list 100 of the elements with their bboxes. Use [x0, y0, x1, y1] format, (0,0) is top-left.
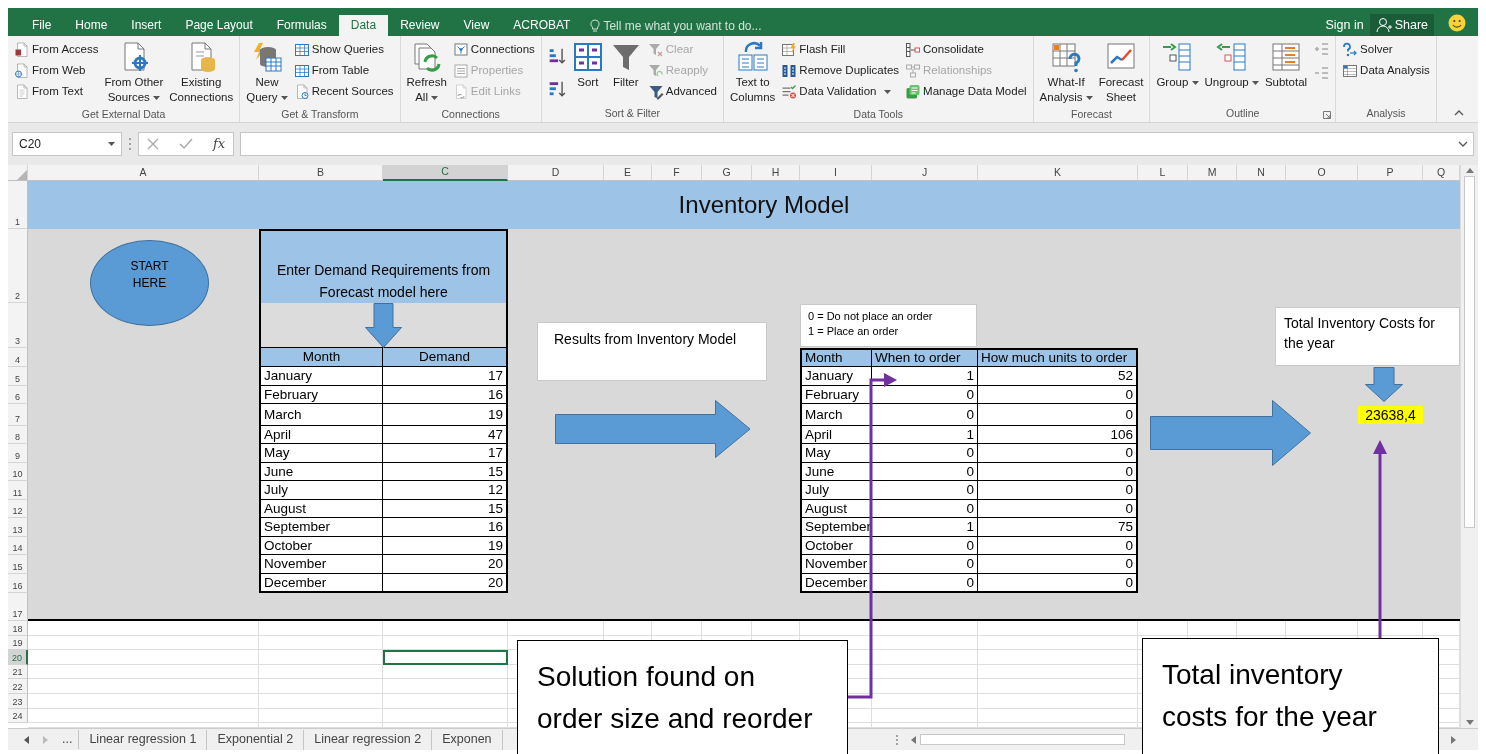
previous-sheet-icon[interactable] [24, 735, 29, 744]
row-header[interactable]: 24 [8, 709, 28, 723]
vertical-scrollbar[interactable] [1460, 165, 1478, 728]
cancel-icon[interactable] [147, 138, 159, 150]
ribbon-button[interactable]: Consolidate [903, 39, 1029, 60]
sheet-tab[interactable]: Linear regression 1 [79, 729, 208, 750]
ribbon-button[interactable]: Data Analysis [1340, 60, 1432, 81]
column-header[interactable]: N [1237, 165, 1286, 181]
ribbon-button[interactable]: Group [1154, 39, 1201, 107]
ribbon-tab[interactable]: Formulas [264, 15, 339, 36]
row-header[interactable]: 1 [8, 181, 28, 229]
sheet-tab[interactable]: Linear regression 2 [304, 729, 433, 750]
row-header[interactable]: 3 [8, 303, 28, 348]
ribbon-tab[interactable]: Home [63, 15, 120, 36]
collapse-ribbon-icon[interactable] [1454, 110, 1464, 116]
column-header[interactable]: I [800, 165, 872, 181]
more-sheets-button[interactable]: ... [56, 730, 80, 749]
insert-function-button[interactable]: fx [213, 134, 226, 154]
ribbon-button[interactable]: Data Validation [779, 81, 902, 102]
ribbon-tab[interactable]: Review [388, 15, 452, 36]
column-header[interactable]: M [1188, 165, 1237, 181]
ribbon-button[interactable]: Ungroup [1202, 39, 1261, 107]
row-header[interactable]: 23 [8, 694, 28, 709]
check-icon[interactable] [179, 138, 193, 150]
smiley-icon[interactable] [1448, 14, 1466, 32]
row-header[interactable]: 6 [8, 386, 28, 404]
row-header[interactable]: 20 [8, 650, 28, 665]
ribbon-button[interactable]: From Web [12, 60, 101, 81]
tell-me-field[interactable]: Tell me what you want to do... [590, 15, 794, 36]
ribbon-button[interactable]: Show Queries [291, 39, 396, 60]
column-header[interactable]: C [383, 165, 508, 181]
ribbon-button[interactable]: Subtotal [1262, 39, 1310, 107]
name-box[interactable]: C20 [12, 132, 122, 156]
row-header[interactable]: 4 [8, 348, 28, 367]
active-cell[interactable] [383, 650, 508, 665]
column-header[interactable]: H [752, 165, 800, 181]
ribbon-button[interactable]: Remove Duplicates [779, 60, 902, 81]
ribbon-button[interactable]: From Other Sources [102, 39, 166, 107]
share-button[interactable]: Share [1369, 14, 1434, 36]
ribbon-tab[interactable]: ACROBAT [501, 15, 583, 36]
row-header[interactable]: 7 [8, 404, 28, 426]
row-header[interactable]: 18 [8, 621, 28, 636]
ribbon-button[interactable]: Flash Fill [779, 39, 902, 60]
ribbon-button[interactable]: From Access [12, 39, 101, 60]
column-header[interactable]: P [1358, 165, 1423, 181]
scroll-up-icon[interactable] [1465, 168, 1474, 173]
row-header[interactable]: 13 [8, 518, 28, 537]
row-header[interactable]: 22 [8, 679, 28, 694]
column-header[interactable]: L [1138, 165, 1188, 181]
ribbon-tab[interactable]: Page Layout [173, 15, 265, 36]
ribbon-button[interactable]: Sort [569, 39, 606, 107]
column-header[interactable]: K [978, 165, 1138, 181]
row-header[interactable]: 21 [8, 665, 28, 679]
ribbon-button[interactable]: Forecast Sheet [1096, 39, 1146, 107]
row-header[interactable]: 12 [8, 500, 28, 518]
ribbon-button[interactable]: Filter [607, 39, 644, 107]
ribbon-button[interactable]: What-If Analysis [1037, 39, 1095, 107]
ribbon-button[interactable]: Advanced [645, 81, 719, 102]
row-header[interactable]: 2 [8, 229, 28, 303]
ribbon-button[interactable]: New Query [244, 39, 290, 107]
ribbon-tab[interactable]: File [20, 15, 64, 36]
row-header[interactable]: 15 [8, 555, 28, 574]
ribbon-button[interactable]: Existing Connections [167, 39, 236, 107]
ribbon-button[interactable]: Solver [1340, 39, 1432, 60]
row-header[interactable]: 9 [8, 444, 28, 463]
sign-in-link[interactable]: Sign in [1319, 15, 1370, 36]
row-header[interactable]: 14 [8, 537, 28, 555]
column-header[interactable]: J [872, 165, 978, 181]
row-header[interactable]: 11 [8, 481, 28, 500]
column-header[interactable]: E [604, 165, 652, 181]
ribbon-button[interactable]: Text to Columns [727, 39, 778, 107]
scroll-right-icon[interactable] [1451, 735, 1456, 744]
ribbon-button[interactable]: From Table [291, 60, 396, 81]
column-header[interactable]: F [652, 165, 702, 181]
ribbon-tab[interactable]: Data [338, 15, 389, 36]
ribbon-button[interactable]: Refresh All [404, 39, 449, 107]
ribbon-tab[interactable]: Insert [119, 15, 174, 36]
row-header[interactable]: 17 [8, 593, 28, 621]
column-header[interactable]: D [508, 165, 604, 181]
row-header[interactable]: 19 [8, 636, 28, 650]
scrollbar-thumb[interactable] [1464, 176, 1475, 528]
row-header[interactable]: 8 [8, 426, 28, 444]
ribbon-button[interactable]: Recent Sources [291, 81, 396, 102]
column-header[interactable]: O [1286, 165, 1358, 181]
dialog-launcher-icon[interactable] [1323, 111, 1332, 119]
scrollbar-thumb[interactable] [920, 734, 1125, 745]
ribbon-button[interactable]: From Text [12, 81, 101, 102]
column-header[interactable]: A [28, 165, 259, 181]
scroll-down-icon[interactable] [1465, 720, 1474, 725]
column-header[interactable]: B [259, 165, 383, 181]
sheet-tab[interactable]: Exponential 2 [207, 729, 305, 750]
ribbon-tab[interactable]: View [451, 15, 502, 36]
row-header[interactable]: 5 [8, 367, 28, 386]
ribbon-button[interactable]: Manage Data Model [903, 81, 1029, 102]
ribbon-button[interactable]: Connections [450, 39, 537, 60]
row-header[interactable]: 10 [8, 463, 28, 481]
sheet-tab[interactable]: Exponen [432, 729, 503, 750]
column-header[interactable]: Q [1423, 165, 1460, 181]
column-header[interactable]: G [702, 165, 752, 181]
formula-field[interactable] [240, 132, 1474, 156]
